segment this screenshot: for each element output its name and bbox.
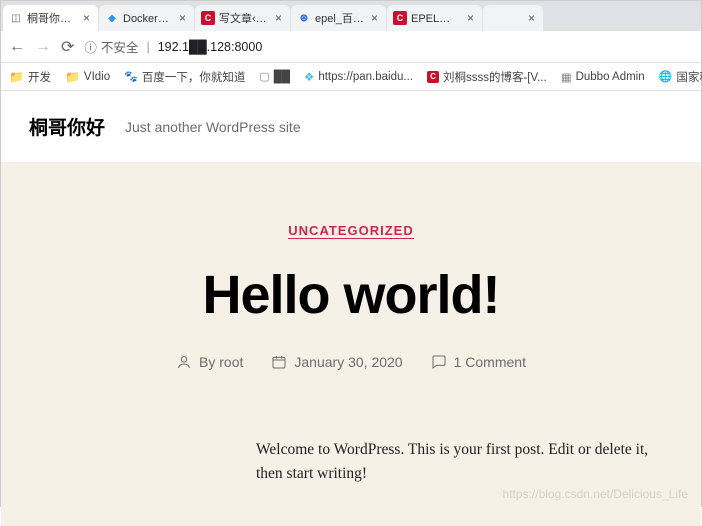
- close-icon[interactable]: ×: [369, 11, 380, 25]
- info-icon: ⓘ: [84, 37, 97, 56]
- bookmark-item[interactable]: 🐾百度一下，你就知道: [124, 69, 245, 85]
- insecure-label: 不安全: [101, 37, 139, 56]
- address-bar[interactable]: ⓘ 不安全 | 192.1██.128:8000: [84, 37, 693, 56]
- folder-icon: 📁: [9, 70, 24, 84]
- baidu-icon: 🐾: [124, 70, 138, 83]
- post-body: Welcome to WordPress. This is your first…: [256, 438, 676, 486]
- reload-button[interactable]: ⟳: [61, 37, 74, 57]
- wordpress-icon: ◫: [9, 11, 23, 25]
- folder-icon: 📁: [65, 70, 80, 84]
- author-meta[interactable]: By root: [176, 354, 243, 370]
- url-text: 192.1██.128:8000: [158, 40, 263, 54]
- site-header: 桐哥你好 Just another WordPress site: [1, 91, 701, 162]
- csdn-icon: C: [201, 11, 215, 25]
- globe-icon: 🌐: [659, 70, 673, 83]
- csdn-icon: C: [393, 11, 407, 25]
- post-title[interactable]: Hello world!: [21, 264, 681, 326]
- bookmark-item[interactable]: 📁开发: [9, 69, 51, 85]
- calendar-icon: [271, 354, 287, 370]
- site-title[interactable]: 桐哥你好: [29, 113, 105, 140]
- page-content: 桐哥你好 Just another WordPress site UNCATEG…: [1, 91, 701, 526]
- post-hero: UNCATEGORIZED Hello world! By root Janua…: [1, 162, 701, 410]
- bookmark-item[interactable]: ▦Dubbo Admin: [561, 70, 645, 84]
- user-icon: [176, 354, 192, 370]
- site-tagline: Just another WordPress site: [125, 119, 301, 135]
- bookmark-item[interactable]: C刘桐ssss的博客-[V...: [427, 69, 547, 85]
- tab-title: 桐哥你好 – Ju: [27, 10, 77, 26]
- post-meta: By root January 30, 2020 1 Comment: [21, 354, 681, 370]
- tab-title: EPEL源-是什么: [411, 10, 461, 26]
- tab-title: [489, 12, 522, 24]
- link-icon: ❖: [304, 70, 314, 84]
- separator: |: [146, 40, 149, 54]
- category-link[interactable]: UNCATEGORIZED: [288, 223, 413, 239]
- docker-icon: ◆: [105, 11, 119, 25]
- date-meta[interactable]: January 30, 2020: [271, 354, 402, 370]
- close-icon[interactable]: ×: [273, 11, 284, 25]
- browser-tab[interactable]: ◆ Docker常用命 ×: [99, 5, 194, 31]
- csdn-icon: C: [427, 71, 439, 83]
- browser-tab[interactable]: C 写文章‹CSDN ×: [195, 5, 290, 31]
- security-indicator[interactable]: ⓘ 不安全: [84, 37, 138, 56]
- dubbo-icon: ▦: [561, 70, 572, 84]
- browser-tab[interactable]: ×: [483, 5, 543, 31]
- close-icon[interactable]: ×: [81, 11, 92, 25]
- forward-button[interactable]: →: [35, 38, 51, 56]
- tab-title: 写文章‹CSDN: [219, 10, 269, 26]
- tab-strip: ◫ 桐哥你好 – Ju × ◆ Docker常用命 × C 写文章‹CSDN ×…: [1, 1, 701, 31]
- bookmark-item[interactable]: 🌐国家税务总局河北...: [659, 69, 702, 85]
- baidu-icon: ⊛: [297, 11, 311, 25]
- browser-tab[interactable]: ⊛ epel_百度搜索 ×: [291, 5, 386, 31]
- bookmark-item[interactable]: ❖https://pan.baidu...: [304, 70, 413, 84]
- bookmarks-bar: 📁开发 📁VIdio 🐾百度一下，你就知道 ▢██ ❖https://pan.b…: [1, 63, 701, 91]
- back-button[interactable]: ←: [9, 38, 25, 56]
- comment-icon: [431, 354, 447, 370]
- browser-tab[interactable]: ◫ 桐哥你好 – Ju ×: [3, 5, 98, 31]
- bookmark-item[interactable]: 📁VIdio: [65, 70, 110, 84]
- close-icon[interactable]: ×: [526, 11, 537, 25]
- globe-icon: ▢: [259, 70, 269, 83]
- post-content: Welcome to WordPress. This is your first…: [1, 410, 701, 526]
- browser-tab[interactable]: C EPEL源-是什么 ×: [387, 5, 482, 31]
- close-icon[interactable]: ×: [177, 11, 188, 25]
- browser-toolbar: ← → ⟳ ⓘ 不安全 | 192.1██.128:8000: [1, 31, 701, 63]
- bookmark-item[interactable]: ▢██: [259, 70, 290, 83]
- watermark: https://blog.csdn.net/Delicious_Life: [503, 487, 688, 501]
- tab-title: Docker常用命: [123, 10, 173, 26]
- close-icon[interactable]: ×: [465, 11, 476, 25]
- tab-title: epel_百度搜索: [315, 10, 365, 26]
- comments-meta[interactable]: 1 Comment: [431, 354, 526, 370]
